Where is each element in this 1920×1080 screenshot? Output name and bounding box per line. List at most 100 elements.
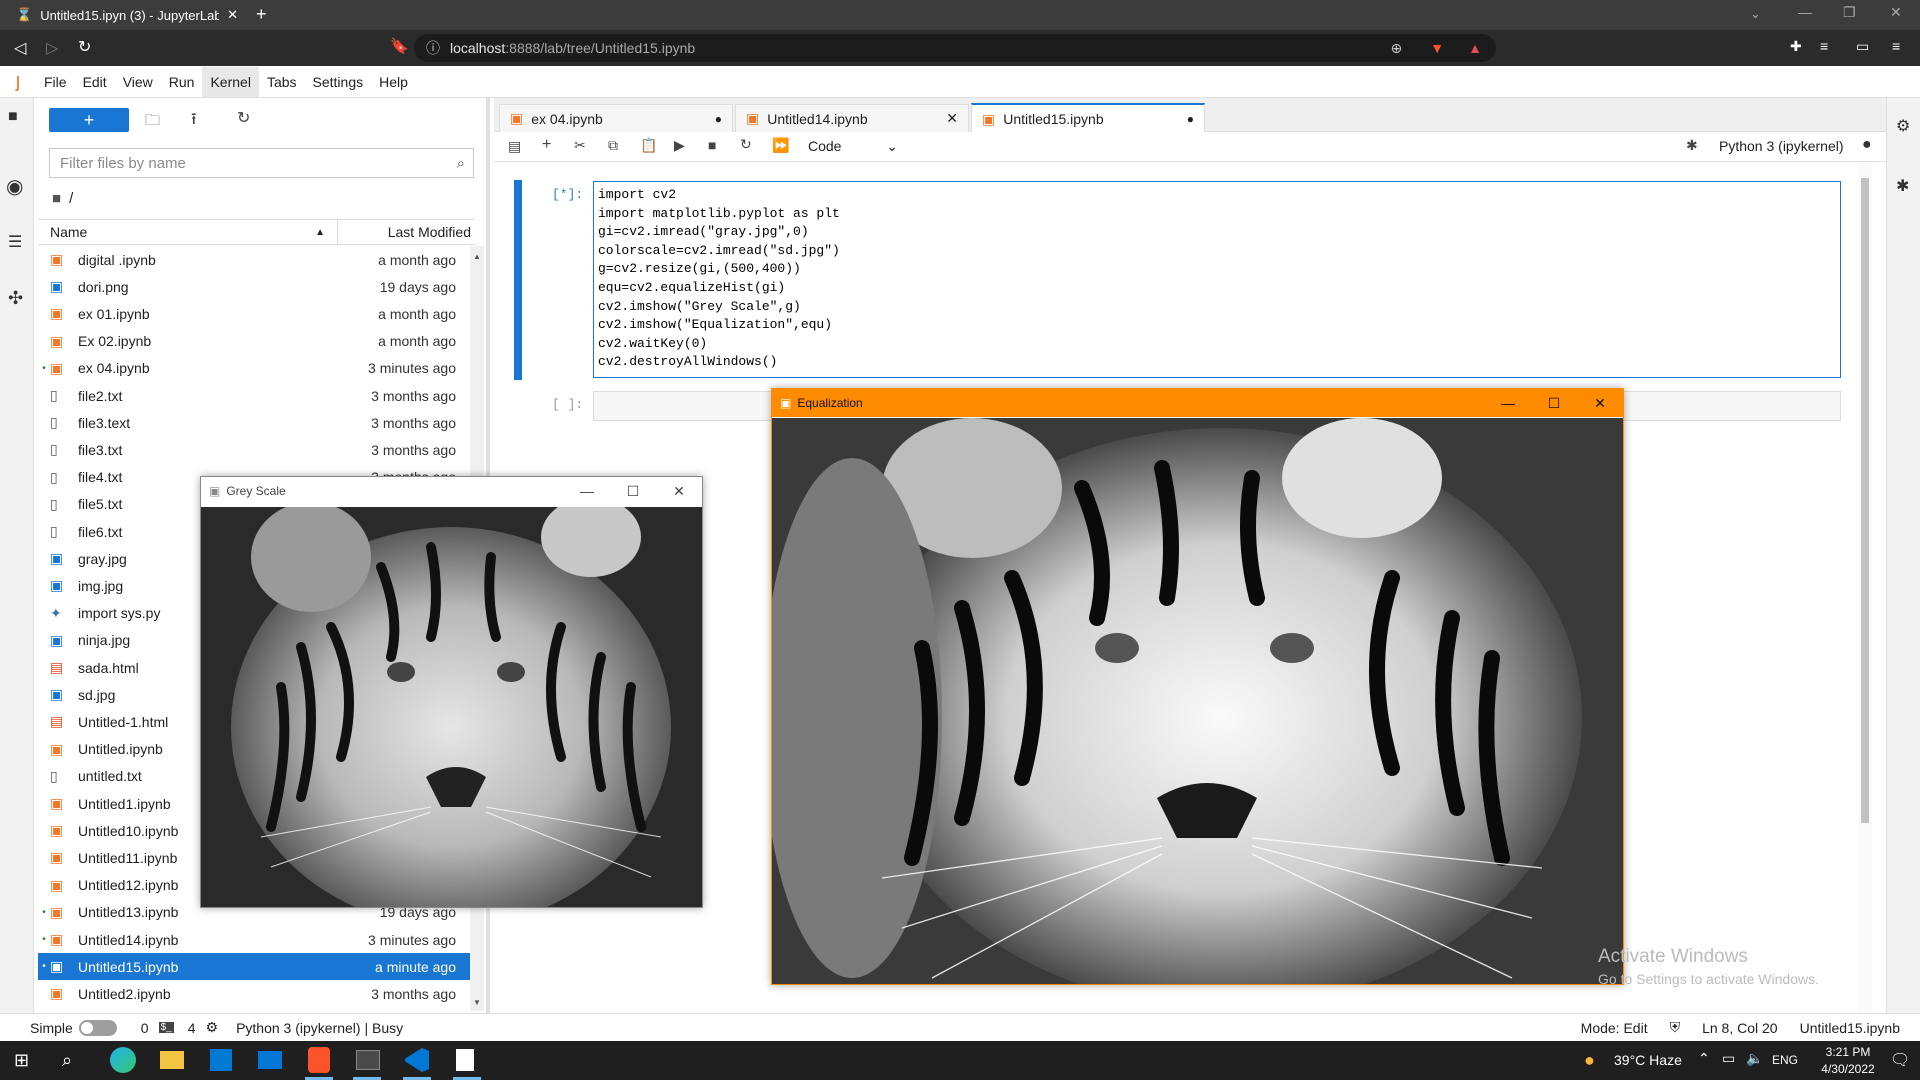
language-indicator[interactable]: ENG [1772,1053,1798,1067]
cut-icon[interactable]: ✂ [574,137,586,154]
wallet-icon[interactable]: ▭ [1856,38,1869,55]
list-item[interactable]: ▣ Ex 02.ipynb a month ago [38,328,470,355]
reload-icon[interactable]: ↻ [78,37,91,57]
close-icon[interactable]: ✕ [946,110,958,127]
property-inspector-icon[interactable]: ⚙ [1896,116,1910,136]
close-window-icon[interactable]: ✕ [1890,4,1902,21]
kernels-count[interactable]: 4 [188,1020,196,1036]
menu-help[interactable]: Help [371,67,416,97]
vscode-icon[interactable] [405,1048,429,1072]
window-titlebar[interactable]: ▣ Equalization — ☐ ✕ [772,389,1623,417]
close-icon[interactable]: ✕ [1577,395,1623,412]
list-item[interactable]: ▣ Untitled2.ipynb 3 months ago [38,980,470,1007]
menu-view[interactable]: View [115,67,161,97]
weather-icon[interactable]: ● [1584,1050,1595,1071]
tab-untitled15[interactable]: ▣ Untitled15.ipynb ● [971,103,1205,133]
cursor-position[interactable]: Ln 8, Col 20 [1702,1020,1778,1036]
unsaved-dot-icon[interactable]: ● [715,112,722,126]
list-item[interactable]: • ▣ Untitled15.ipynb a minute ago [38,953,470,981]
save-icon[interactable]: ▤ [508,138,521,155]
toc-icon[interactable]: ☰ [8,232,22,252]
breadcrumb-root[interactable]: / [69,190,73,207]
upload-icon[interactable]: ⭱ [191,108,197,135]
list-item[interactable]: • ▣ Untitled14.ipynb 3 minutes ago [38,926,470,953]
list-item[interactable]: ▯ file3.txt 3 months ago [38,436,470,463]
trust-icon[interactable]: ⛨ [1670,1019,1681,1036]
folder-icon[interactable]: ■ [8,108,18,126]
clock-date[interactable]: 4/30/2022 [1812,1062,1884,1076]
close-icon[interactable]: ✕ [656,483,702,500]
terminals-count[interactable]: 0 [141,1020,149,1036]
grey-scale-window[interactable]: ▣ Grey Scale — ☐ ✕ [200,476,703,908]
breadcrumb[interactable]: ■ / [52,188,73,208]
tab-search-icon[interactable]: ⌄ [1750,6,1761,22]
bug-icon[interactable]: ✱ [1686,137,1698,154]
menu-kernel[interactable]: Kernel [202,66,259,97]
equalization-window[interactable]: ▣ Equalization — ☐ ✕ [771,388,1624,985]
list-item[interactable]: ▯ file2.txt 3 months ago [38,382,470,409]
weather-text[interactable]: 39°C Haze [1614,1052,1682,1068]
menu-run[interactable]: Run [161,67,203,97]
debugger-icon[interactable]: ✱ [1896,176,1909,196]
start-windows-icon[interactable]: ⊞ [14,1050,29,1071]
file-explorer-icon[interactable] [160,1051,184,1069]
edge-icon[interactable] [110,1047,136,1073]
bookmark-icon[interactable]: 🔖 [390,37,409,55]
notebook-scrollbar[interactable] [1858,162,1872,1012]
brave-rewards-icon[interactable]: ▲ [1468,40,1482,56]
new-launcher-button[interactable]: + [49,108,129,132]
unsaved-dot-icon[interactable]: ● [1187,112,1194,126]
maximize-icon[interactable]: ☐ [1531,395,1577,412]
network-icon[interactable]: ▭ [1722,1050,1735,1067]
menu-tabs[interactable]: Tabs [259,67,305,97]
minimize-icon[interactable]: — [564,483,610,500]
tab-ex04[interactable]: ▣ ex 04.ipynb ● [499,104,733,132]
run-icon[interactable]: ▶ [674,137,685,154]
filter-files-input[interactable]: Filter files by name ⌕ [49,148,474,178]
simple-mode-toggle[interactable] [78,1019,117,1036]
python-window-icon[interactable] [356,1050,380,1070]
store-icon[interactable] [210,1049,232,1071]
list-item[interactable]: ▣ dori.png 19 days ago [38,273,470,300]
tray-chevron-icon[interactable]: ⌃ [1698,1050,1710,1067]
search-icon[interactable]: ⌕ [62,1050,72,1071]
close-icon[interactable]: ✕ [227,7,238,23]
brave-shield-icon[interactable]: ▼ [1430,40,1444,56]
minimize-icon[interactable]: — [1485,395,1531,412]
tab-untitled14[interactable]: ▣ Untitled14.ipynb ✕ [735,104,969,132]
list-item[interactable]: ▯ file3.text 3 months ago [38,409,470,436]
brave-icon[interactable] [308,1047,330,1073]
window-titlebar[interactable]: ▣ Grey Scale — ☐ ✕ [201,477,702,505]
paste-icon[interactable]: 📋 [640,137,657,154]
run-all-icon[interactable]: ⏩ [772,137,789,154]
volume-icon[interactable]: 🔈 [1746,1050,1763,1067]
back-icon[interactable]: ◁ [14,38,26,58]
modified-column-header[interactable]: Last Modified [338,224,475,240]
new-tab-icon[interactable]: + [256,4,267,25]
menu-edit[interactable]: Edit [75,67,115,97]
maximize-icon[interactable]: ☐ [610,483,656,500]
playlist-icon[interactable]: ≡ [1820,38,1828,54]
minimize-icon[interactable]: — [1798,4,1812,20]
kernel-status[interactable]: Python 3 (ipykernel) | Busy [236,1020,403,1036]
menu-icon[interactable]: ≡ [1892,38,1900,54]
running-icon[interactable]: ◉ [6,174,23,199]
mail-icon[interactable] [258,1051,282,1069]
restore-icon[interactable]: ❐ [1843,4,1856,21]
stop-icon[interactable]: ■ [708,137,716,153]
notepad-icon[interactable] [456,1049,474,1071]
code-editor[interactable]: import cv2 import matplotlib.pyplot as pl… [593,181,1841,378]
menu-settings[interactable]: Settings [305,67,372,97]
extensions-icon[interactable]: ✚ [1790,38,1802,55]
new-folder-icon[interactable]: 🗀 [145,110,160,135]
kernel-name[interactable]: Python 3 (ipykernel) [1719,138,1844,154]
url-field[interactable]: ⓘ localhost:8888/lab/tree/Untitled15.ipy… [414,34,1496,62]
browser-tab[interactable]: ⌛ Untitled15.ipyn (3) - JupyterLab ✕ [6,0,248,30]
refresh-icon[interactable]: ↻ [237,108,250,128]
clock-time[interactable]: 3:21 PM [1812,1045,1884,1059]
forward-icon[interactable]: ▷ [46,38,58,58]
cell-type-select[interactable]: Code ⌄ [808,138,898,155]
list-item[interactable]: ▣ digital .ipynb a month ago [38,246,470,273]
extension-puzzle-icon[interactable]: ✣ [8,288,23,309]
name-column-header[interactable]: Name ▲ [38,220,338,244]
